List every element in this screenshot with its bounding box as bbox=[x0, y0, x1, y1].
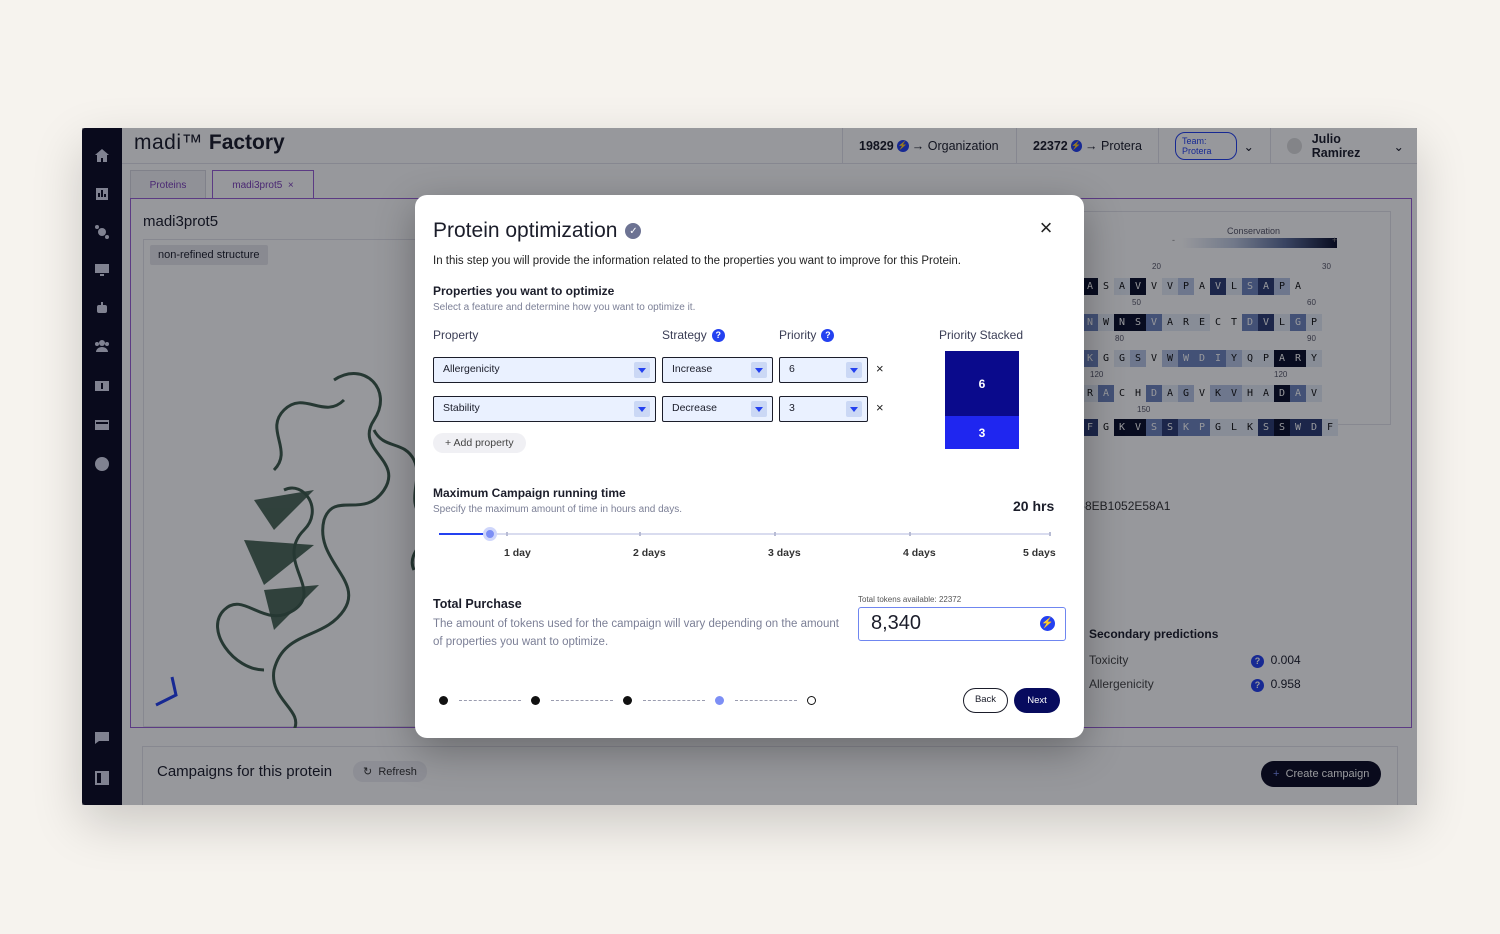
verified-icon: ✓ bbox=[625, 223, 642, 239]
property-column-header: Property bbox=[433, 328, 478, 342]
add-property-button[interactable]: + Add property bbox=[433, 433, 526, 453]
modal-title: Protein optimization ✓ bbox=[433, 219, 642, 243]
priority-value: 6 bbox=[789, 363, 795, 375]
property-select[interactable]: Allergenicity bbox=[433, 357, 656, 383]
priority-stacked-bar: 63 bbox=[945, 351, 1019, 449]
properties-subtitle: Select a feature and determine how you w… bbox=[433, 302, 696, 313]
time-value: 20 hrs bbox=[1013, 498, 1055, 514]
remove-property-icon[interactable]: × bbox=[876, 361, 884, 376]
slider-label: 1 day bbox=[504, 547, 531, 559]
step-dot bbox=[531, 696, 540, 705]
slider-tick bbox=[909, 532, 911, 536]
priority-value: 3 bbox=[789, 402, 795, 414]
progress-stepper bbox=[439, 695, 819, 707]
property-value: Allergenicity bbox=[443, 363, 500, 375]
chevron-down-icon bbox=[634, 401, 650, 417]
chevron-down-icon bbox=[846, 362, 862, 378]
property-select[interactable]: Stability bbox=[433, 396, 656, 422]
strategy-select[interactable]: Increase bbox=[662, 357, 773, 383]
chevron-down-icon bbox=[846, 401, 862, 417]
chevron-down-icon bbox=[634, 362, 650, 378]
total-purchase-description: The amount of tokens used for the campai… bbox=[433, 618, 839, 648]
priority-segment: 3 bbox=[945, 416, 1019, 449]
step-dot bbox=[623, 696, 632, 705]
slider-thumb[interactable] bbox=[483, 527, 497, 541]
chevron-down-icon bbox=[751, 401, 767, 417]
step-connector bbox=[551, 700, 613, 701]
property-header-text: Property bbox=[433, 328, 479, 342]
time-slider[interactable] bbox=[439, 527, 1051, 541]
properties-heading: Properties you want to optimize bbox=[433, 284, 615, 298]
slider-tick bbox=[639, 532, 641, 536]
priority-stacked-title: Priority Stacked bbox=[939, 328, 1024, 342]
strategy-header-text: Strategy bbox=[662, 328, 707, 342]
priority-select[interactable]: 3 bbox=[779, 396, 868, 422]
remove-property-icon[interactable]: × bbox=[876, 400, 884, 415]
strategy-value: Increase bbox=[672, 363, 713, 375]
next-button[interactable]: Next bbox=[1014, 688, 1060, 713]
priority-select[interactable]: 6 bbox=[779, 357, 868, 383]
tokens-value: 8,340 bbox=[871, 612, 922, 634]
step-connector bbox=[643, 700, 705, 701]
strategy-value: Decrease bbox=[672, 402, 717, 414]
slider-tick bbox=[1049, 532, 1051, 536]
protein-optimization-modal: Protein optimization ✓ × In this step you… bbox=[415, 195, 1084, 738]
priority-column-header: Priority? bbox=[779, 328, 835, 342]
tokens-field[interactable]: 8,340 ⚡ bbox=[858, 607, 1066, 641]
priority-header-text: Priority bbox=[779, 328, 817, 342]
slider-tick bbox=[774, 532, 776, 536]
bolt-icon: ⚡ bbox=[1040, 616, 1055, 631]
close-icon[interactable]: × bbox=[1035, 217, 1057, 239]
help-icon[interactable]: ? bbox=[821, 328, 835, 342]
modal-title-text: Protein optimization bbox=[433, 219, 618, 242]
step-dot bbox=[715, 696, 724, 705]
strategy-column-header: Strategy? bbox=[662, 328, 725, 342]
modal-description: In this step you will provide the inform… bbox=[433, 255, 961, 267]
chevron-down-icon bbox=[751, 362, 767, 378]
slider-label: 5 days bbox=[1023, 547, 1056, 559]
slider-label: 3 days bbox=[768, 547, 801, 559]
time-subtitle: Specify the maximum amount of time in ho… bbox=[433, 504, 683, 515]
step-connector bbox=[459, 700, 521, 701]
total-purchase-heading: Total Purchase bbox=[433, 597, 522, 611]
step-dot bbox=[807, 696, 816, 705]
slider-label: 2 days bbox=[633, 547, 666, 559]
time-heading: Maximum Campaign running time bbox=[433, 486, 626, 500]
property-value: Stability bbox=[443, 402, 480, 414]
help-icon[interactable]: ? bbox=[711, 328, 725, 342]
slider-label: 4 days bbox=[903, 547, 936, 559]
step-connector bbox=[735, 700, 797, 701]
strategy-select[interactable]: Decrease bbox=[662, 396, 773, 422]
back-button[interactable]: Back bbox=[963, 688, 1008, 713]
step-dot bbox=[439, 696, 448, 705]
slider-tick bbox=[506, 532, 508, 536]
tokens-available: Total tokens available: 22372 bbox=[858, 595, 962, 604]
priority-segment: 6 bbox=[945, 351, 1019, 416]
